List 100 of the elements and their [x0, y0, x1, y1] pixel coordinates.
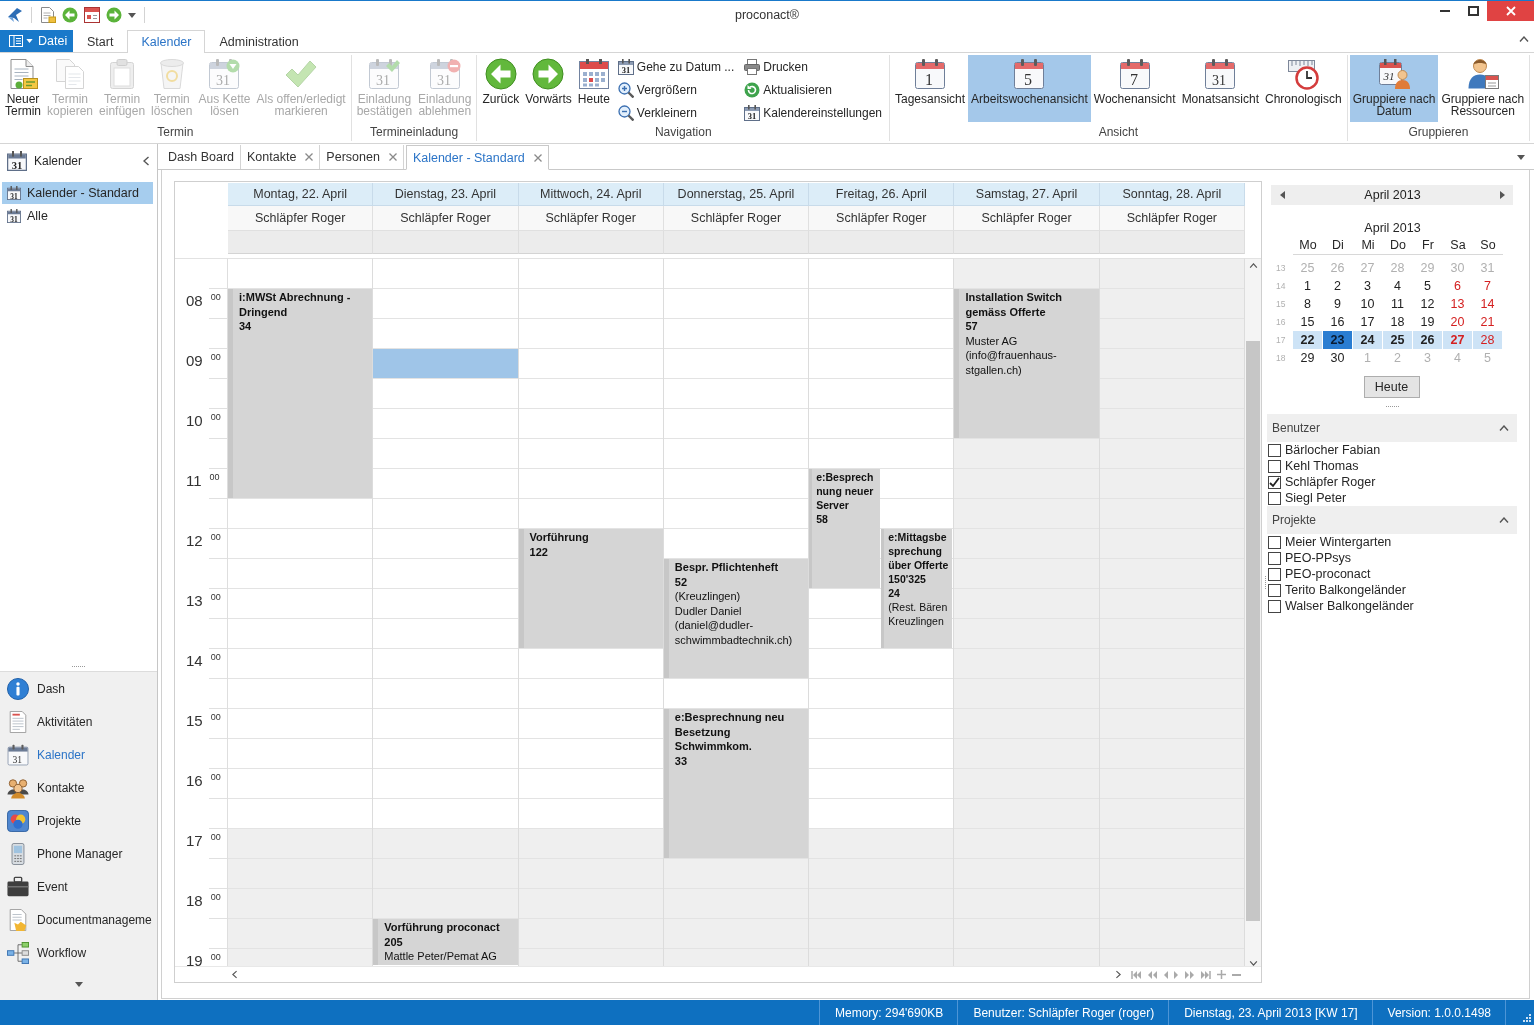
- checkbox[interactable]: [1268, 567, 1281, 581]
- checkbox-label[interactable]: Walser Balkongeländer: [1285, 599, 1414, 613]
- ribbon-button[interactable]: 5 Arbeitswochenansicht: [968, 55, 1091, 122]
- checkbox[interactable]: [1268, 443, 1281, 457]
- chevron-up-icon[interactable]: [1499, 425, 1509, 431]
- document-icon[interactable]: [40, 7, 56, 23]
- time-slot[interactable]: [518, 919, 663, 949]
- checkbox[interactable]: [1268, 475, 1281, 489]
- document-tab[interactable]: Kalender - Standard: [405, 145, 549, 170]
- calendar-day[interactable]: 27: [1443, 331, 1472, 349]
- ribbon-tab[interactable]: Kalender: [127, 30, 206, 53]
- checkbox[interactable]: [1268, 535, 1281, 549]
- next-month-icon[interactable]: [1500, 191, 1505, 199]
- calendar-day[interactable]: 30: [1323, 349, 1352, 367]
- ribbon-tab[interactable]: Start: [73, 30, 128, 52]
- calendar-day[interactable]: 11: [1383, 295, 1412, 313]
- nav-item[interactable]: Projekte: [0, 804, 157, 837]
- nav-item[interactable]: Documentmanageme: [0, 903, 157, 936]
- chevron-left-icon[interactable]: [143, 155, 149, 166]
- chevron-up-icon[interactable]: [1248, 263, 1258, 268]
- nav-item[interactable]: Kontakte: [0, 771, 157, 804]
- ribbon-button[interactable]: 7 Wochenansicht: [1090, 55, 1179, 122]
- today-button[interactable]: Heute: [1363, 376, 1420, 398]
- time-slot[interactable]: [518, 889, 663, 919]
- time-slot[interactable]: [954, 499, 1099, 529]
- section-header[interactable]: Projekte: [1267, 506, 1517, 534]
- time-slot[interactable]: [1099, 589, 1244, 619]
- caret-down-icon[interactable]: [74, 982, 83, 987]
- checkbox-label[interactable]: Meier Wintergarten: [1285, 535, 1392, 549]
- chevron-left-icon[interactable]: [232, 970, 237, 979]
- calendar-day[interactable]: 26: [1413, 331, 1442, 349]
- ribbon-button[interactable]: Drucken: [742, 55, 884, 78]
- time-slot[interactable]: [1099, 709, 1244, 739]
- calendar-day[interactable]: 7: [1473, 277, 1502, 295]
- time-slot[interactable]: [1099, 829, 1244, 859]
- ribbon-button[interactable]: 1 Tagesansicht: [892, 55, 969, 122]
- calendar-day[interactable]: 23: [1323, 331, 1352, 349]
- ribbon-button[interactable]: Chronologisch: [1262, 55, 1345, 122]
- plus-icon[interactable]: [1217, 970, 1226, 979]
- time-slot[interactable]: [954, 829, 1099, 859]
- calendar-day[interactable]: 17: [1353, 313, 1382, 331]
- calendar-day[interactable]: 8: [1293, 295, 1322, 313]
- time-slot[interactable]: [954, 469, 1099, 499]
- calendar-day[interactable]: 5: [1413, 277, 1442, 295]
- forward-icon[interactable]: [106, 7, 122, 23]
- appointment[interactable]: Vorführung proconact 205 Mattle Peter/Pemat AG: [373, 919, 518, 965]
- time-slot[interactable]: [1099, 649, 1244, 679]
- time-slot[interactable]: [1099, 739, 1244, 769]
- previous-month-icon[interactable]: [1280, 191, 1285, 199]
- calendar-day[interactable]: 2: [1323, 277, 1352, 295]
- ribbon-button[interactable]: Zurück: [479, 55, 523, 122]
- time-slot[interactable]: [373, 889, 518, 919]
- calendar-day[interactable]: 29: [1293, 349, 1322, 367]
- time-slot[interactable]: [954, 259, 1099, 289]
- first-icon[interactable]: [1131, 969, 1141, 980]
- time-slot[interactable]: [1099, 349, 1244, 379]
- calendar-day[interactable]: 4: [1383, 277, 1412, 295]
- checkbox-label[interactable]: Siegl Peter: [1285, 491, 1347, 505]
- time-slot[interactable]: [1099, 319, 1244, 349]
- calendar-day[interactable]: 18: [1383, 313, 1412, 331]
- time-slot[interactable]: [954, 439, 1099, 469]
- time-slot[interactable]: [1099, 529, 1244, 559]
- calendar-day[interactable]: 24: [1353, 331, 1382, 349]
- time-slot[interactable]: [954, 589, 1099, 619]
- ribbon-button[interactable]: Vorwärts: [522, 55, 575, 122]
- checkbox-label[interactable]: Bärlocher Fabian: [1285, 443, 1381, 457]
- caret-down-icon[interactable]: [128, 12, 136, 18]
- nav-item[interactable]: Workflow: [0, 936, 157, 969]
- time-slot[interactable]: [518, 859, 663, 889]
- chevron-up-icon[interactable]: [1519, 36, 1529, 42]
- chevron-right-icon[interactable]: [1116, 970, 1121, 979]
- ribbon-button[interactable]: Verkleinern: [615, 101, 737, 124]
- calendar-day[interactable]: 10: [1353, 295, 1382, 313]
- calendar-day[interactable]: 25: [1383, 331, 1412, 349]
- time-slot[interactable]: [809, 949, 954, 966]
- time-slot[interactable]: [954, 679, 1099, 709]
- time-slot[interactable]: [1099, 799, 1244, 829]
- next-icon[interactable]: [1174, 969, 1179, 980]
- time-slot[interactable]: [1099, 379, 1244, 409]
- ribbon-button[interactable]: Vergrößern: [615, 78, 737, 101]
- calendar-icon[interactable]: [84, 7, 100, 23]
- previous-page-icon[interactable]: [1147, 969, 1157, 980]
- checkbox[interactable]: [1268, 459, 1281, 473]
- time-slot[interactable]: [954, 709, 1099, 739]
- time-slot[interactable]: [1099, 919, 1244, 949]
- checkbox-label[interactable]: PEO-PPsys: [1285, 551, 1351, 565]
- all-day-slot[interactable]: [1099, 231, 1245, 254]
- document-tab[interactable]: Personen: [320, 145, 404, 169]
- time-slot[interactable]: [954, 769, 1099, 799]
- ribbon-button[interactable]: Neuer Termin: [2, 55, 44, 122]
- nav-item[interactable]: Dash: [0, 672, 157, 705]
- ribbon-tab[interactable]: Administration: [205, 30, 313, 52]
- appointment[interactable]: e:Besprechnung neuer Server 58: [809, 469, 881, 588]
- time-slot[interactable]: [954, 559, 1099, 589]
- previous-icon[interactable]: [1163, 969, 1168, 980]
- close-icon[interactable]: [533, 153, 542, 162]
- time-slot[interactable]: [1099, 439, 1244, 469]
- minus-icon[interactable]: [1232, 973, 1241, 976]
- calendar-day[interactable]: 21: [1473, 313, 1502, 331]
- ribbon-button[interactable]: 31 Gehe zu Datum ...: [615, 55, 737, 78]
